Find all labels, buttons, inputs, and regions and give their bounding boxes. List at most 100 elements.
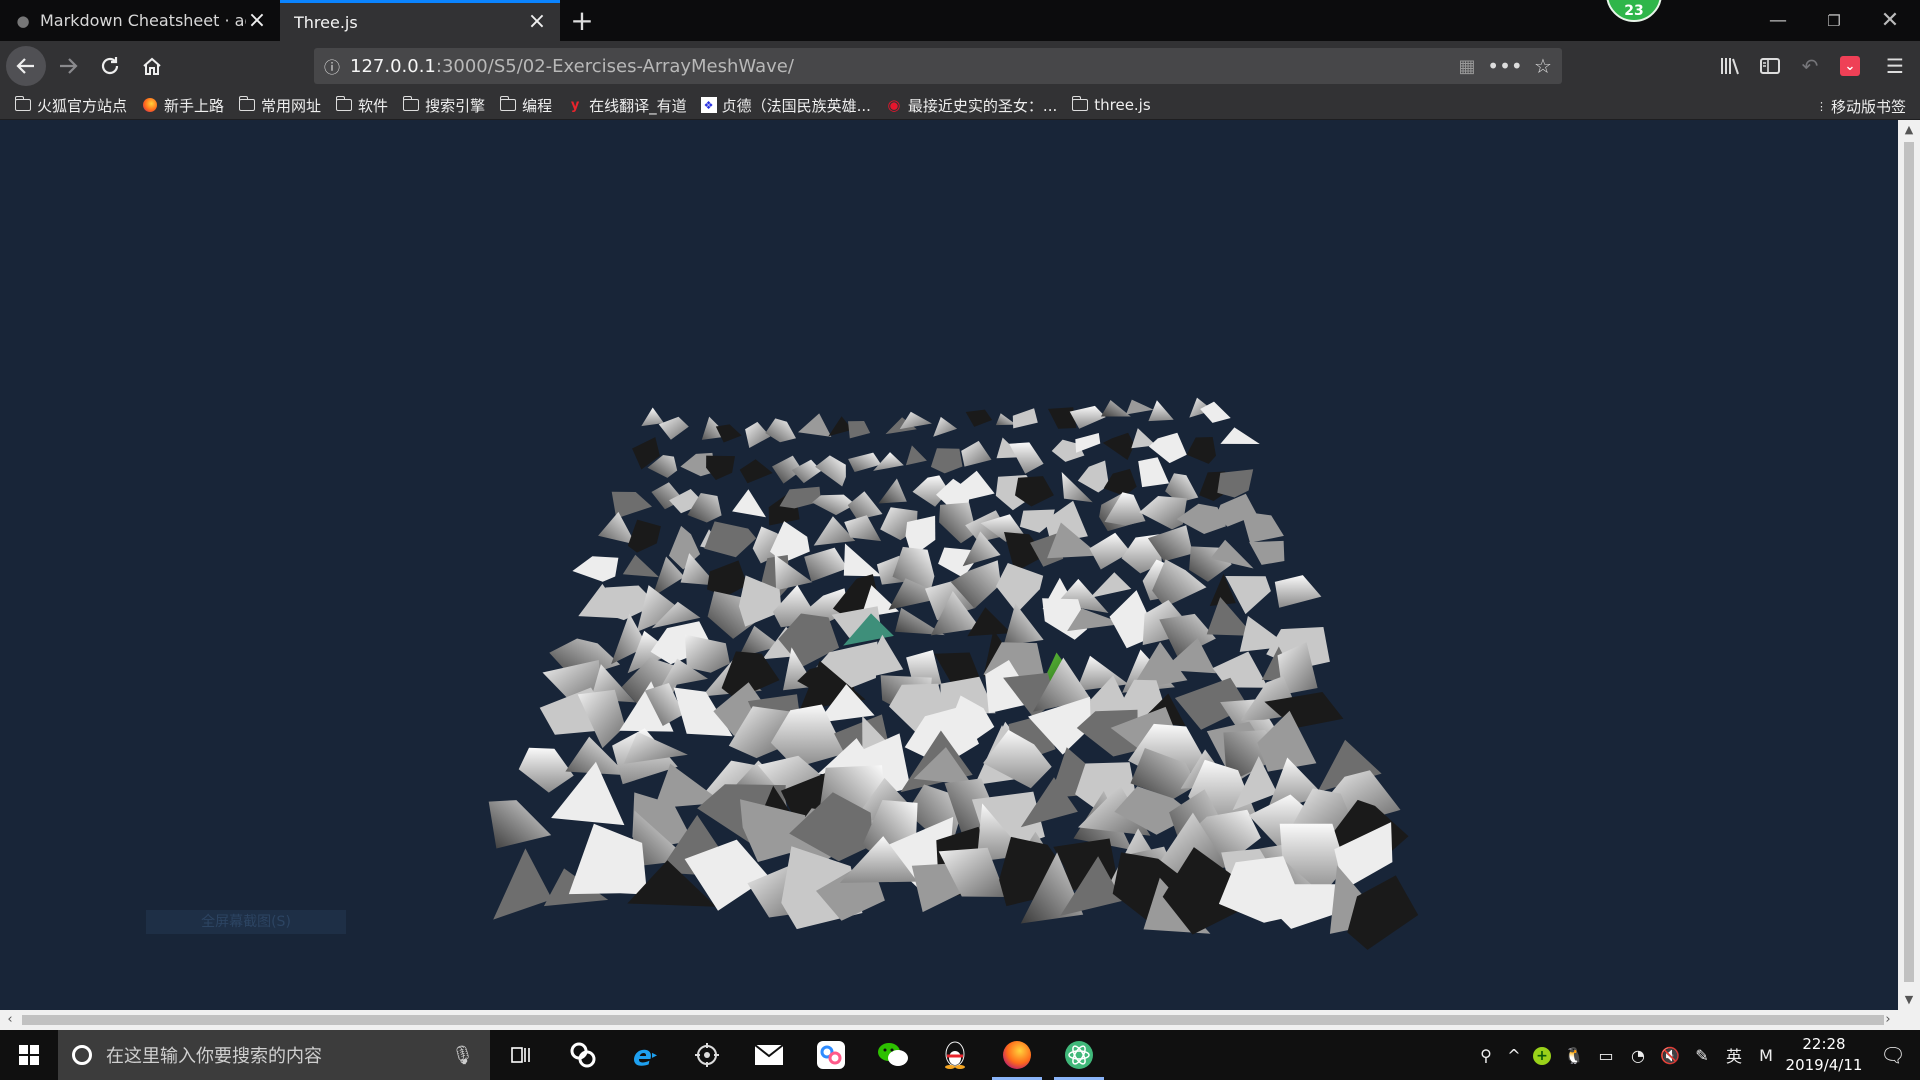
reload-button[interactable] — [90, 46, 130, 86]
bookmark-item[interactable]: 火狐官方站点 — [14, 95, 127, 116]
scrollbar-thumb[interactable] — [1904, 142, 1914, 982]
horizontal-scrollbar[interactable]: ‹ › — [0, 1010, 1898, 1030]
info-icon[interactable]: ⓘ — [314, 54, 350, 78]
mesh-wave-scene — [488, 397, 1419, 950]
close-window-icon[interactable]: ✕ — [1862, 0, 1918, 41]
bookmark-item[interactable]: three.js — [1071, 96, 1151, 114]
mesh-shard — [798, 413, 832, 437]
qq-tray-icon[interactable]: 🐧 — [1558, 1046, 1590, 1065]
pen-icon[interactable]: ✎ — [1686, 1046, 1718, 1065]
system-tray: ⚲ ^ + 🐧 ▭ ◔ 🔇 ✎ 英 M 22:28 2019/4/11 🗨 — [1470, 1030, 1920, 1080]
task-view-icon[interactable] — [490, 1030, 552, 1080]
mesh-shard — [1148, 400, 1174, 422]
bookmark-label: 常用网址 — [261, 96, 322, 115]
menu-icon[interactable]: ☰ — [1870, 46, 1920, 86]
close-tab-icon[interactable]: × — [526, 11, 548, 33]
volume-muted-icon[interactable]: 🔇 — [1654, 1046, 1686, 1065]
mesh-shard — [1138, 457, 1170, 488]
mesh-shard — [996, 563, 1044, 613]
back-button[interactable] — [6, 46, 46, 86]
wechat-icon[interactable] — [862, 1030, 924, 1080]
mesh-shard — [707, 560, 748, 597]
bookmark-item[interactable]: y 在线翻译_有道 — [566, 95, 687, 116]
scroll-right-icon[interactable]: › — [1878, 1010, 1898, 1030]
mesh-shard — [1274, 575, 1322, 608]
qr-code-icon[interactable]: ▦ — [1448, 56, 1486, 77]
scroll-down-icon[interactable]: ▼ — [1898, 990, 1920, 1010]
mesh-shard — [1089, 572, 1132, 598]
mail-icon[interactable] — [738, 1030, 800, 1080]
photo-viewer-icon[interactable] — [676, 1030, 738, 1080]
bookmark-item[interactable]: ◉ 最接近史实的圣女：... — [885, 95, 1057, 116]
pocket-icon[interactable]: ⌄ — [1830, 46, 1870, 86]
bookmark-item[interactable]: ❖ 贞德（法国民族英雄... — [700, 95, 871, 116]
bookmark-item[interactable]: 新手上路 — [141, 95, 224, 116]
start-button[interactable] — [0, 1030, 58, 1080]
mesh-shard — [706, 455, 735, 480]
security-app-icon[interactable]: + — [1526, 1045, 1558, 1065]
mesh-shard — [1102, 432, 1135, 460]
scroll-up-icon[interactable]: ▲ — [1898, 120, 1920, 140]
sidebar-icon[interactable] — [1750, 46, 1790, 86]
close-tab-icon[interactable]: × — [246, 9, 268, 32]
undo-icon[interactable]: ↶ — [1790, 46, 1830, 86]
restore-icon[interactable]: ❐ — [1806, 0, 1862, 41]
minimize-icon[interactable]: — — [1750, 0, 1806, 41]
bookmark-item[interactable]: 编程 — [499, 95, 552, 116]
scroll-left-icon[interactable]: ‹ — [0, 1010, 20, 1030]
search-placeholder: 在这里输入你要搜索的内容 — [106, 1046, 322, 1067]
mesh-shard — [1139, 496, 1187, 530]
library-icon[interactable] — [1710, 46, 1750, 86]
tab-threejs[interactable]: Three.js × — [280, 0, 560, 41]
action-center-icon[interactable]: 🗨 — [1866, 1043, 1920, 1067]
atom-editor-icon[interactable] — [1048, 1030, 1110, 1080]
bookmark-label: 软件 — [358, 96, 389, 115]
bookmark-item[interactable]: 常用网址 — [238, 95, 321, 116]
vertical-scrollbar[interactable]: ▲ ▼ — [1898, 120, 1920, 1010]
mesh-shard — [848, 421, 871, 439]
bookmark-star-icon[interactable]: ☆ — [1524, 54, 1562, 78]
bookmark-item[interactable]: 软件 — [335, 95, 388, 116]
tab-markdown-cheatsheet[interactable]: ● Markdown Cheatsheet · adam × — [0, 0, 280, 41]
mesh-shard — [930, 448, 963, 474]
mesh-shard — [1126, 399, 1154, 415]
microphone-icon[interactable]: 🎙 — [451, 1045, 474, 1066]
clock[interactable]: 22:28 2019/4/11 — [1782, 1034, 1866, 1076]
tab-title: Markdown Cheatsheet · adam — [40, 11, 246, 30]
mesh-shard — [843, 543, 882, 577]
arrow-left-icon — [16, 58, 34, 74]
screenshot-button[interactable]: 全屏幕截图(S) — [146, 910, 346, 934]
baidu-netdisk-icon[interactable] — [800, 1030, 862, 1080]
ime-mode[interactable]: M — [1750, 1046, 1782, 1065]
mobile-bookmarks[interactable]: ⋮ 移动版书签 — [1816, 96, 1906, 117]
ime-language[interactable]: 英 — [1718, 1043, 1750, 1067]
scrollbar-thumb[interactable] — [22, 1015, 1884, 1025]
bookmark-label: 搜索引擎 — [425, 96, 486, 115]
mesh-shard — [732, 489, 766, 518]
qq-icon[interactable] — [924, 1030, 986, 1080]
bookmark-item[interactable]: 搜索引擎 — [402, 95, 485, 116]
mesh-shard — [1076, 655, 1129, 692]
battery-icon[interactable]: ▭ — [1590, 1046, 1622, 1065]
page-actions-icon[interactable]: ••• — [1486, 54, 1524, 78]
url-text[interactable]: 127.0.0.1:3000/S5/02-Exercises-ArrayMesh… — [350, 56, 1448, 77]
url-bar[interactable]: ⓘ 127.0.0.1:3000/S5/02-Exercises-ArrayMe… — [314, 48, 1562, 84]
folder-icon — [499, 96, 517, 113]
app-sync-icon[interactable] — [552, 1030, 614, 1080]
home-button[interactable] — [132, 46, 172, 86]
wifi-icon[interactable]: ◔ — [1622, 1046, 1654, 1065]
taskbar-search[interactable]: 在这里输入你要搜索的内容 🎙 — [58, 1030, 490, 1080]
firefox-icon[interactable] — [986, 1030, 1048, 1080]
mesh-shard — [704, 521, 757, 558]
clock-time: 22:28 — [1802, 1035, 1846, 1053]
forward-button[interactable] — [48, 46, 88, 86]
webgl-canvas[interactable]: 全屏幕截图(S) — [0, 120, 1898, 1010]
mesh-shard — [1089, 532, 1131, 570]
new-tab-button[interactable]: + — [560, 0, 604, 41]
bookmarks-toolbar: 火狐官方站点 新手上路 常用网址 软件 搜索引擎 编程 y 在线翻译_有道 ❖ … — [0, 91, 1920, 120]
internet-explorer-icon[interactable]: e ▸ — [614, 1030, 676, 1080]
chevron-up-icon[interactable]: ^ — [1502, 1046, 1526, 1065]
people-icon[interactable]: ⚲ — [1470, 1046, 1502, 1065]
mesh-shard — [1003, 603, 1044, 646]
mesh-shard — [1009, 442, 1044, 474]
